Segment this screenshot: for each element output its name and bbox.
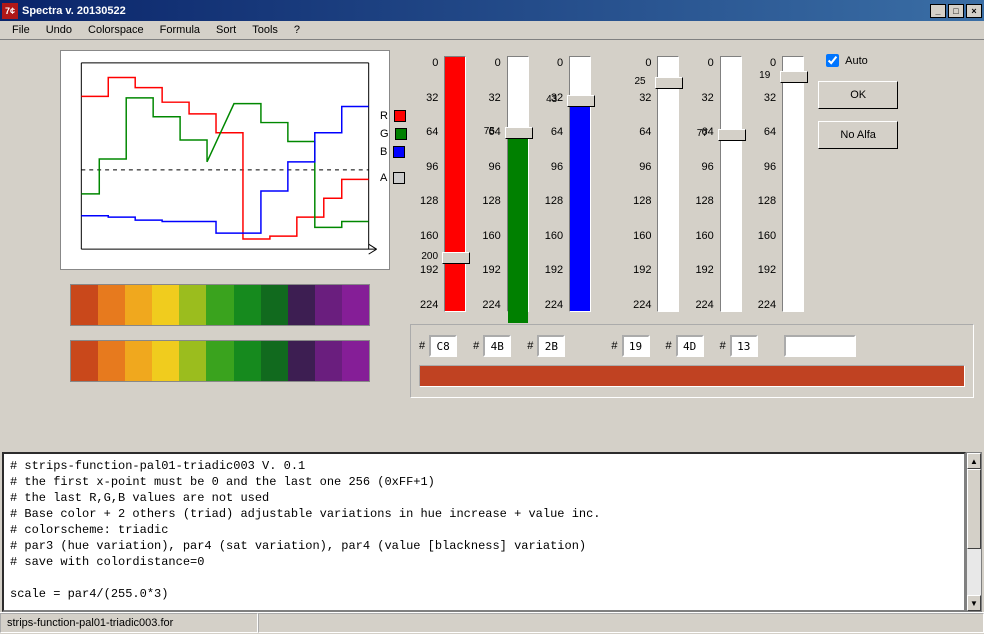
legend-a-label: A	[380, 172, 387, 184]
legend-g-label: G	[380, 128, 389, 140]
slider-6[interactable]	[782, 56, 804, 312]
statusbar: strips-function-pal01-triadic003.for	[0, 612, 984, 634]
slider-6-thumb[interactable]	[780, 71, 808, 83]
hex-prefix-4: #	[611, 340, 617, 352]
scroll-thumb[interactable]	[967, 469, 981, 549]
hex-input-r[interactable]	[429, 335, 457, 357]
maximize-button[interactable]: □	[948, 4, 964, 18]
hex-prefix-6: #	[720, 340, 726, 352]
slider-4-thumb[interactable]	[655, 77, 683, 89]
menubar: File Undo Colorspace Formula Sort Tools …	[0, 21, 984, 40]
color-swatch-input[interactable]	[784, 335, 856, 357]
legend-g-swatch	[395, 128, 407, 140]
sliders: 0326496128160192224 0326496128160192224 …	[410, 50, 814, 318]
slider-5-thumb[interactable]	[718, 129, 746, 141]
scroll-down-button[interactable]: ▼	[967, 595, 981, 611]
menu-sort[interactable]: Sort	[208, 22, 244, 38]
legend-r-swatch	[394, 110, 406, 122]
hex-input-6[interactable]	[730, 335, 758, 357]
hex-prefix-r: #	[419, 340, 425, 352]
slider-b-thumb[interactable]	[567, 95, 595, 107]
app-icon: 7¢	[2, 3, 18, 19]
noalfa-button[interactable]: No Alfa	[818, 121, 898, 149]
status-rest	[258, 613, 984, 633]
menu-formula[interactable]: Formula	[152, 22, 208, 38]
slider-r[interactable]	[444, 56, 466, 312]
rgb-graph	[60, 50, 390, 270]
slider-g-thumb[interactable]	[505, 127, 533, 139]
titlebar: 7¢ Spectra v. 20130522 _ □ ×	[0, 0, 984, 21]
window-buttons: _ □ ×	[928, 4, 982, 18]
legend-r-label: R	[380, 110, 388, 122]
ok-button[interactable]: OK	[818, 81, 898, 109]
menu-help[interactable]: ?	[286, 22, 308, 38]
hex-prefix-b: #	[527, 340, 533, 352]
slider-4[interactable]	[657, 56, 679, 312]
slider-5[interactable]	[720, 56, 742, 312]
slider-r-thumb[interactable]	[442, 252, 470, 264]
status-filename: strips-function-pal01-triadic003.for	[0, 613, 258, 633]
legend-b-label: B	[380, 146, 387, 158]
scrollbar: ▲ ▼	[966, 452, 982, 612]
scroll-track[interactable]	[967, 469, 981, 595]
legend: R G B A	[380, 110, 407, 190]
legend-a-swatch	[393, 172, 405, 184]
menu-colorspace[interactable]: Colorspace	[80, 22, 152, 38]
script-textarea[interactable]: # strips-function-pal01-triadic003 V. 0.…	[2, 452, 966, 612]
hex-input-5[interactable]	[676, 335, 704, 357]
legend-b-swatch	[393, 146, 405, 158]
result-color-bar	[419, 365, 965, 387]
auto-checkbox[interactable]	[826, 54, 839, 67]
menu-tools[interactable]: Tools	[244, 22, 286, 38]
hex-input-g[interactable]	[483, 335, 511, 357]
slider-b[interactable]	[569, 56, 591, 312]
slider-g[interactable]	[507, 56, 529, 312]
hex-inputs-panel: # # # # # #	[410, 324, 974, 398]
scroll-up-button[interactable]: ▲	[967, 453, 981, 469]
auto-label: Auto	[845, 55, 868, 67]
hex-prefix-5: #	[666, 340, 672, 352]
graph-canvas	[61, 51, 389, 269]
window-title: Spectra v. 20130522	[22, 5, 928, 17]
menu-undo[interactable]: Undo	[38, 22, 80, 38]
hex-input-b[interactable]	[537, 335, 565, 357]
palette-strip-2	[70, 340, 370, 382]
menu-file[interactable]: File	[4, 22, 38, 38]
close-button[interactable]: ×	[966, 4, 982, 18]
palette-strip-1	[70, 284, 370, 326]
hex-input-4[interactable]	[622, 335, 650, 357]
hex-prefix-g: #	[473, 340, 479, 352]
minimize-button[interactable]: _	[930, 4, 946, 18]
